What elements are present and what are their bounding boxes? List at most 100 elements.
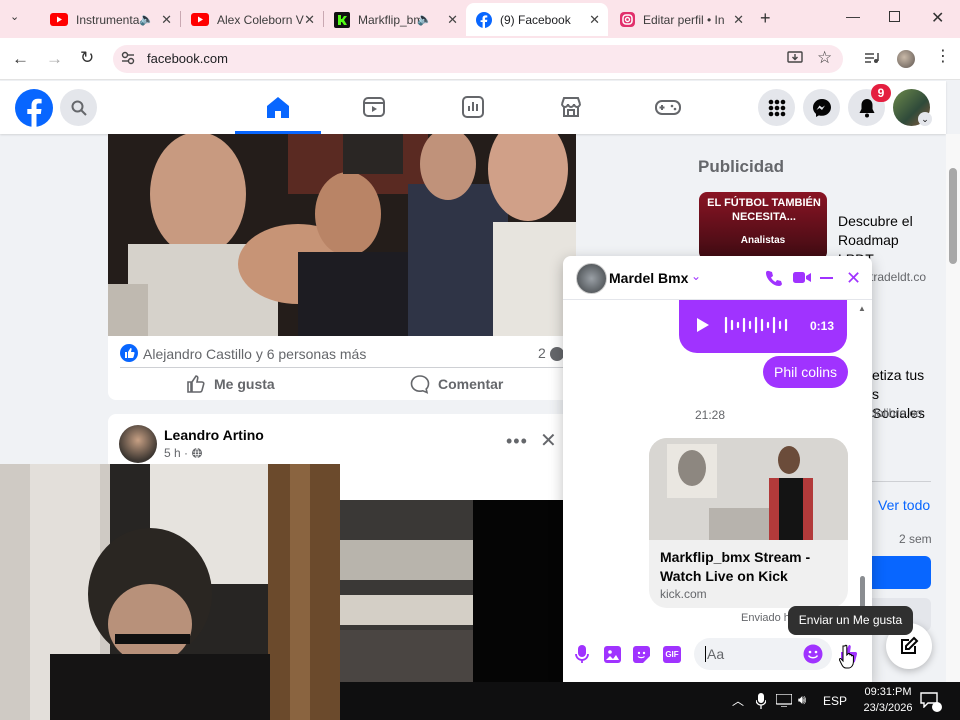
phone-call-icon[interactable] [766, 270, 782, 286]
close-chat-icon[interactable]: ✕ [846, 268, 861, 289]
chat-scrollbar-thumb[interactable] [860, 576, 865, 610]
chat-scrollbar[interactable]: ▲ [858, 302, 868, 622]
message-input[interactable]: Aa [694, 638, 832, 670]
windows-taskbar: ︿ 🔊︎ ESP 09:31:PM 23/3/2026 [340, 682, 960, 720]
bookmark-star-icon[interactable]: ☆ [817, 48, 832, 68]
gif-icon[interactable]: GIF [663, 646, 681, 663]
nav-marketplace[interactable] [559, 95, 583, 119]
see-all-link[interactable]: Ver todo [878, 497, 930, 513]
tab-instagram[interactable]: Editar perfil • In ✕ [610, 3, 752, 36]
nav-video[interactable] [362, 95, 386, 119]
voice-message[interactable]: 0:13 [679, 300, 847, 353]
globe-icon [191, 447, 203, 459]
forward-icon[interactable]: → [46, 49, 63, 69]
compose-icon [899, 636, 919, 656]
video-call-icon[interactable] [793, 271, 811, 284]
tab-label: Markflip_bm [358, 12, 420, 27]
show-hidden-icons-icon[interactable]: ︿ [732, 692, 744, 709]
search-icon [71, 100, 87, 116]
photo-icon[interactable] [604, 646, 621, 663]
back-icon[interactable]: ← [12, 49, 29, 69]
ad-title[interactable]: Descubre el Roadmap LPDT [838, 212, 928, 260]
youtube-icon [191, 13, 209, 26]
webcam-overlay [0, 464, 340, 720]
tab-instrumenta[interactable]: Instrumenta 🔈 ✕ [40, 3, 181, 36]
contact-name[interactable]: Mardel Bmx [609, 270, 688, 286]
post-author[interactable]: Leandro Artino [164, 427, 264, 443]
scrollbar-thumb[interactable] [949, 168, 957, 264]
site-info-icon[interactable] [121, 51, 135, 65]
close-tab-icon[interactable]: ✕ [304, 12, 315, 28]
browser-menu-icon[interactable]: ⋮ [935, 49, 951, 65]
reload-icon[interactable]: ↻ [80, 48, 94, 68]
audio-duration: 0:13 [810, 319, 835, 333]
link-preview-card[interactable]: Markflip_bmx Stream - Watch Live on Kick… [649, 438, 848, 608]
tab-search-button[interactable]: ⌄ [10, 10, 28, 28]
message-timestamp: 21:28 [694, 408, 726, 422]
microphone-tray-icon[interactable] [756, 693, 766, 709]
comment-count-icon [550, 347, 564, 361]
voice-clip-icon[interactable] [575, 645, 589, 663]
tab-facebook[interactable]: (9) Facebook ✕ [466, 3, 608, 36]
nav-dashboard[interactable] [461, 95, 485, 119]
close-tab-icon[interactable]: ✕ [589, 12, 600, 28]
facebook-logo-icon[interactable] [14, 88, 54, 128]
gaming-icon [655, 95, 681, 119]
close-tab-icon[interactable]: ✕ [447, 12, 458, 28]
comments-count[interactable]: 2 [538, 345, 546, 361]
post-photo[interactable] [108, 134, 576, 336]
profile-avatar[interactable] [897, 50, 915, 68]
search-button[interactable] [60, 89, 97, 126]
page-scrollbar[interactable] [946, 134, 960, 682]
comment-button[interactable]: Comentar [410, 374, 503, 394]
hide-post-icon[interactable]: ✕ [540, 428, 557, 453]
marketplace-icon [559, 95, 583, 119]
messenger-button[interactable] [803, 89, 840, 126]
contact-chevron-icon[interactable]: ⌄ [691, 269, 701, 283]
volume-icon[interactable]: 🔊︎ [798, 692, 806, 708]
tab-label: (9) Facebook [500, 12, 571, 27]
speaker-icon: 🔈 [139, 12, 154, 26]
network-icon[interactable] [776, 694, 792, 707]
notification-badge: 9 [871, 84, 891, 102]
chat-header: Mardel Bmx ⌄ ✕ [563, 256, 872, 300]
more-options-icon[interactable]: ••• [506, 431, 528, 452]
minimize-chat-icon[interactable] [820, 277, 833, 279]
ad-image-sub: Analistas [740, 235, 786, 246]
messenger-icon [812, 98, 832, 118]
nav-gaming[interactable] [655, 95, 681, 119]
input-language[interactable]: ESP [823, 694, 847, 708]
ad-image[interactable]: EL FÚTBOL TAMBIÉN NECESITA... Analistas [699, 192, 827, 260]
tab-alex-coleborn[interactable]: Alex Coleborn V ✕ [181, 3, 324, 36]
home-icon [266, 96, 290, 118]
sticker-icon[interactable] [633, 646, 650, 663]
close-tab-icon[interactable]: ✕ [733, 12, 744, 28]
menu-button[interactable] [758, 89, 795, 126]
tooltip: Enviar un Me gusta [788, 606, 913, 635]
media-controls-icon[interactable] [864, 51, 880, 65]
close-window-button[interactable]: ✕ [931, 8, 944, 28]
install-app-icon[interactable] [787, 51, 803, 65]
emoji-icon[interactable] [803, 644, 823, 664]
play-icon[interactable] [697, 318, 709, 332]
facebook-icon [476, 11, 492, 28]
nav-home[interactable] [235, 81, 321, 134]
restore-window-button[interactable] [889, 11, 900, 22]
post-video[interactable] [340, 500, 576, 682]
reactions-summary[interactable]: Alejandro Castillo y 6 personas más [143, 346, 366, 362]
clock-date[interactable]: 23/3/2026 [858, 702, 918, 714]
clock-time[interactable]: 09:31:PM [858, 686, 918, 698]
like-label: Me gusta [214, 376, 275, 392]
chat-scroll-up-icon[interactable]: ▲ [858, 304, 866, 313]
like-button[interactable]: Me gusta [186, 374, 275, 394]
speaker-icon: 🔈 [417, 12, 432, 26]
professional-dashboard-icon [461, 95, 485, 119]
contact-avatar[interactable] [576, 263, 607, 294]
minimize-window-button[interactable]: — [846, 8, 860, 24]
ads-heading: Publicidad [698, 157, 784, 176]
author-avatar[interactable] [119, 425, 157, 463]
new-tab-button[interactable]: + [760, 8, 771, 29]
ad-domain: tradeldt.co [870, 270, 927, 284]
tab-markflip[interactable]: Markflip_bm 🔈 ✕ [324, 3, 466, 36]
close-tab-icon[interactable]: ✕ [161, 12, 172, 28]
